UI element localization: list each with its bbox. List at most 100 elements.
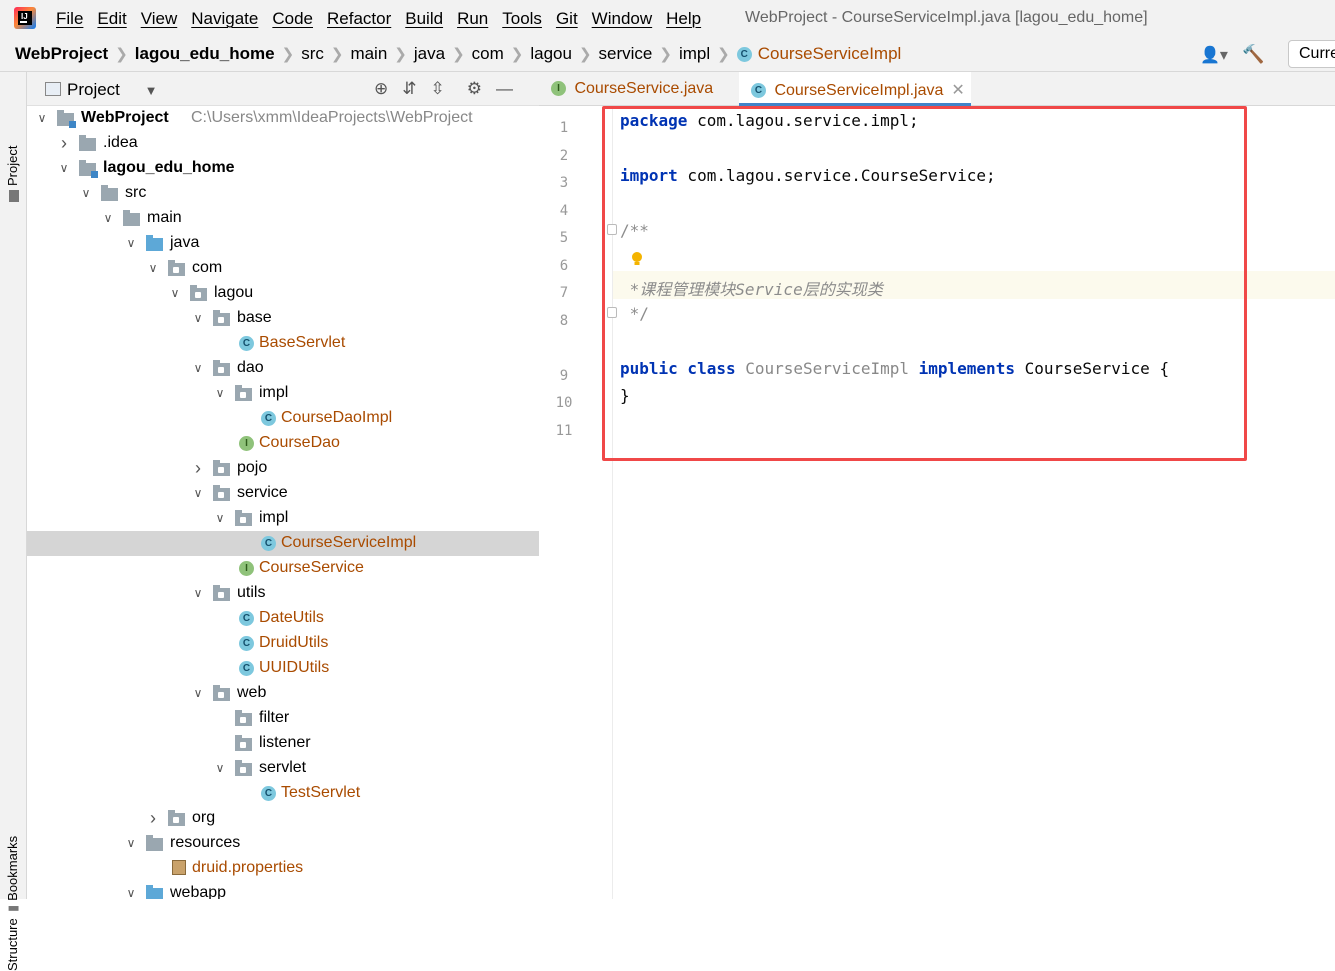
chevron-right-icon[interactable]: › bbox=[146, 806, 160, 831]
tree-node[interactable]: ∨ src bbox=[27, 181, 539, 206]
chevron-down-icon[interactable]: ∨ bbox=[191, 581, 205, 606]
menu-bar: IJ File Edit View Navigate Code Refactor Build… bbox=[0, 0, 1335, 36]
tree-node[interactable]: C BaseServlet bbox=[27, 331, 539, 356]
chevron-down-icon[interactable]: ∨ bbox=[101, 206, 115, 231]
chevron-down-icon[interactable]: ∨ bbox=[191, 481, 205, 506]
breadcrumb-item[interactable]: com bbox=[472, 44, 504, 64]
chevron-right-icon[interactable]: › bbox=[191, 456, 205, 481]
expand-all-icon[interactable]: ⇵ bbox=[402, 79, 416, 99]
run-config-select[interactable]: Current File bbox=[1288, 40, 1335, 68]
chevron-down-icon[interactable]: ∨ bbox=[213, 506, 227, 531]
chevron-down-icon[interactable]: ∨ bbox=[79, 181, 93, 206]
menu-item-run[interactable]: Run bbox=[457, 9, 488, 29]
tree-node[interactable]: ∨ main bbox=[27, 206, 539, 231]
tree-node[interactable]: ∨ base bbox=[27, 306, 539, 331]
menu-item-edit[interactable]: Edit bbox=[97, 9, 126, 29]
user-icon[interactable]: 👤▾ bbox=[1200, 45, 1228, 65]
breadcrumb-item[interactable]: java bbox=[414, 44, 445, 64]
tree-node[interactable]: ∨ lagou bbox=[27, 281, 539, 306]
chevron-right-icon[interactable]: › bbox=[57, 131, 71, 156]
tree-node[interactable]: ∨ webapp bbox=[27, 881, 539, 899]
breadcrumb-item[interactable]: service bbox=[599, 44, 653, 64]
tree-node[interactable]: C TestServlet bbox=[27, 781, 539, 806]
menu-item-help[interactable]: Help bbox=[666, 9, 701, 29]
breadcrumb-item[interactable]: lagou bbox=[530, 44, 572, 64]
tab-label: CourseService.java bbox=[574, 80, 714, 97]
bookmarks-tool-tab[interactable]: ▮ Bookmarks bbox=[5, 836, 21, 912]
tree-node[interactable]: › .idea bbox=[27, 131, 539, 156]
menu-item-file[interactable]: File bbox=[56, 9, 83, 29]
tree-node[interactable]: ∨ lagou_edu_home bbox=[27, 156, 539, 181]
tree-node[interactable]: C CourseServiceImpl bbox=[27, 531, 539, 556]
build-hammer-icon[interactable]: 🔨 bbox=[1242, 44, 1264, 65]
tree-node[interactable]: ∨ service bbox=[27, 481, 539, 506]
close-tab-icon[interactable]: ✕ bbox=[951, 82, 964, 99]
tree-node[interactable]: I CourseDao bbox=[27, 431, 539, 456]
tree-node[interactable]: C CourseDaoImpl bbox=[27, 406, 539, 431]
chevron-down-icon[interactable]: ∨ bbox=[191, 681, 205, 706]
tree-node[interactable]: ∨ WebProject C:\Users\xmm\IdeaProjects\Web… bbox=[27, 106, 539, 131]
tree-node[interactable]: ∨ dao bbox=[27, 356, 539, 381]
breadcrumb-item[interactable]: CourseServiceImpl bbox=[758, 44, 902, 64]
interface-icon: I bbox=[239, 435, 254, 453]
tree-node[interactable]: ∨ impl bbox=[27, 506, 539, 531]
tree-node[interactable]: › org bbox=[27, 806, 539, 831]
hide-panel-icon[interactable]: — bbox=[496, 79, 513, 99]
project-panel-title[interactable]: Project ▼ bbox=[67, 80, 158, 100]
chevron-down-icon[interactable]: ∨ bbox=[124, 831, 138, 856]
tree-node[interactable]: ∨ com bbox=[27, 256, 539, 281]
chevron-down-icon[interactable]: ∨ bbox=[124, 881, 138, 899]
chevron-down-icon[interactable]: ∨ bbox=[35, 106, 49, 131]
tree-node[interactable]: C DateUtils bbox=[27, 606, 539, 631]
line-number: 2 bbox=[559, 148, 569, 164]
menu-item-code[interactable]: Code bbox=[272, 9, 313, 29]
chevron-down-icon[interactable]: ∨ bbox=[57, 156, 71, 181]
menu-item-refactor[interactable]: Refactor bbox=[327, 9, 391, 29]
collapse-all-icon[interactable]: ⇳ bbox=[431, 79, 445, 99]
chevron-right-icon: ❯ bbox=[717, 46, 730, 63]
tree-node[interactable]: ∨ resources bbox=[27, 831, 539, 856]
menu-item-window[interactable]: Window bbox=[592, 9, 652, 29]
breadcrumb-item[interactable]: src bbox=[301, 44, 324, 64]
chevron-down-icon[interactable]: ∨ bbox=[213, 381, 227, 406]
tab-courseservice[interactable]: I CourseService.java bbox=[539, 72, 739, 106]
tree-node[interactable]: ∨ web bbox=[27, 681, 539, 706]
tree-node[interactable]: ∨ utils bbox=[27, 581, 539, 606]
chevron-down-icon[interactable]: ∨ bbox=[124, 231, 138, 256]
tree-node[interactable]: C DruidUtils bbox=[27, 631, 539, 656]
tree-node[interactable]: C UUIDUtils bbox=[27, 656, 539, 681]
menu-item-navigate[interactable]: Navigate bbox=[191, 9, 258, 29]
menu-item-tools[interactable]: Tools bbox=[502, 9, 542, 29]
structure-tool-tab[interactable]: Structure bbox=[5, 918, 20, 971]
breadcrumb-item[interactable]: main bbox=[350, 44, 387, 64]
tree-node[interactable]: › pojo bbox=[27, 456, 539, 481]
menu-item-git[interactable]: Git bbox=[556, 9, 578, 29]
tree-node[interactable]: ∨ impl bbox=[27, 381, 539, 406]
locate-target-icon[interactable]: ⊕ bbox=[374, 79, 388, 99]
tree-node[interactable]: I CourseService bbox=[27, 556, 539, 581]
tree-node[interactable]: ∨ servlet bbox=[27, 756, 539, 781]
tree-node[interactable]: filter bbox=[27, 706, 539, 731]
package-icon bbox=[213, 460, 230, 481]
chevron-down-icon[interactable]: ∨ bbox=[146, 256, 160, 281]
gear-icon[interactable]: ⚙ bbox=[467, 79, 482, 99]
tree-node[interactable]: ∨ java bbox=[27, 231, 539, 256]
chevron-down-icon[interactable]: ∨ bbox=[191, 306, 205, 331]
tab-courseserviceimpl[interactable]: C CourseServiceImpl.java ✕ bbox=[739, 72, 971, 106]
breadcrumb-item[interactable]: impl bbox=[679, 44, 710, 64]
chevron-right-icon: ❯ bbox=[394, 46, 407, 63]
project-tool-tab[interactable]: Project bbox=[5, 146, 20, 202]
chevron-down-icon[interactable]: ∨ bbox=[213, 756, 227, 781]
breadcrumb-item[interactable]: WebProject bbox=[15, 44, 108, 64]
tree-node[interactable]: druid.properties bbox=[27, 856, 539, 881]
tree-node[interactable]: listener bbox=[27, 731, 539, 756]
menu-item-view[interactable]: View bbox=[141, 9, 178, 29]
menu-item-build[interactable]: Build bbox=[405, 9, 443, 29]
tree-node-label: resources bbox=[170, 834, 241, 851]
tab-label: CourseServiceImpl.java bbox=[774, 82, 944, 99]
chevron-down-icon[interactable]: ∨ bbox=[168, 281, 182, 306]
chevron-down-icon[interactable]: ∨ bbox=[191, 356, 205, 381]
breadcrumb-item[interactable]: lagou_edu_home bbox=[135, 44, 275, 64]
icon-glyph bbox=[190, 285, 207, 301]
chevron-right-icon: ❯ bbox=[281, 46, 295, 63]
